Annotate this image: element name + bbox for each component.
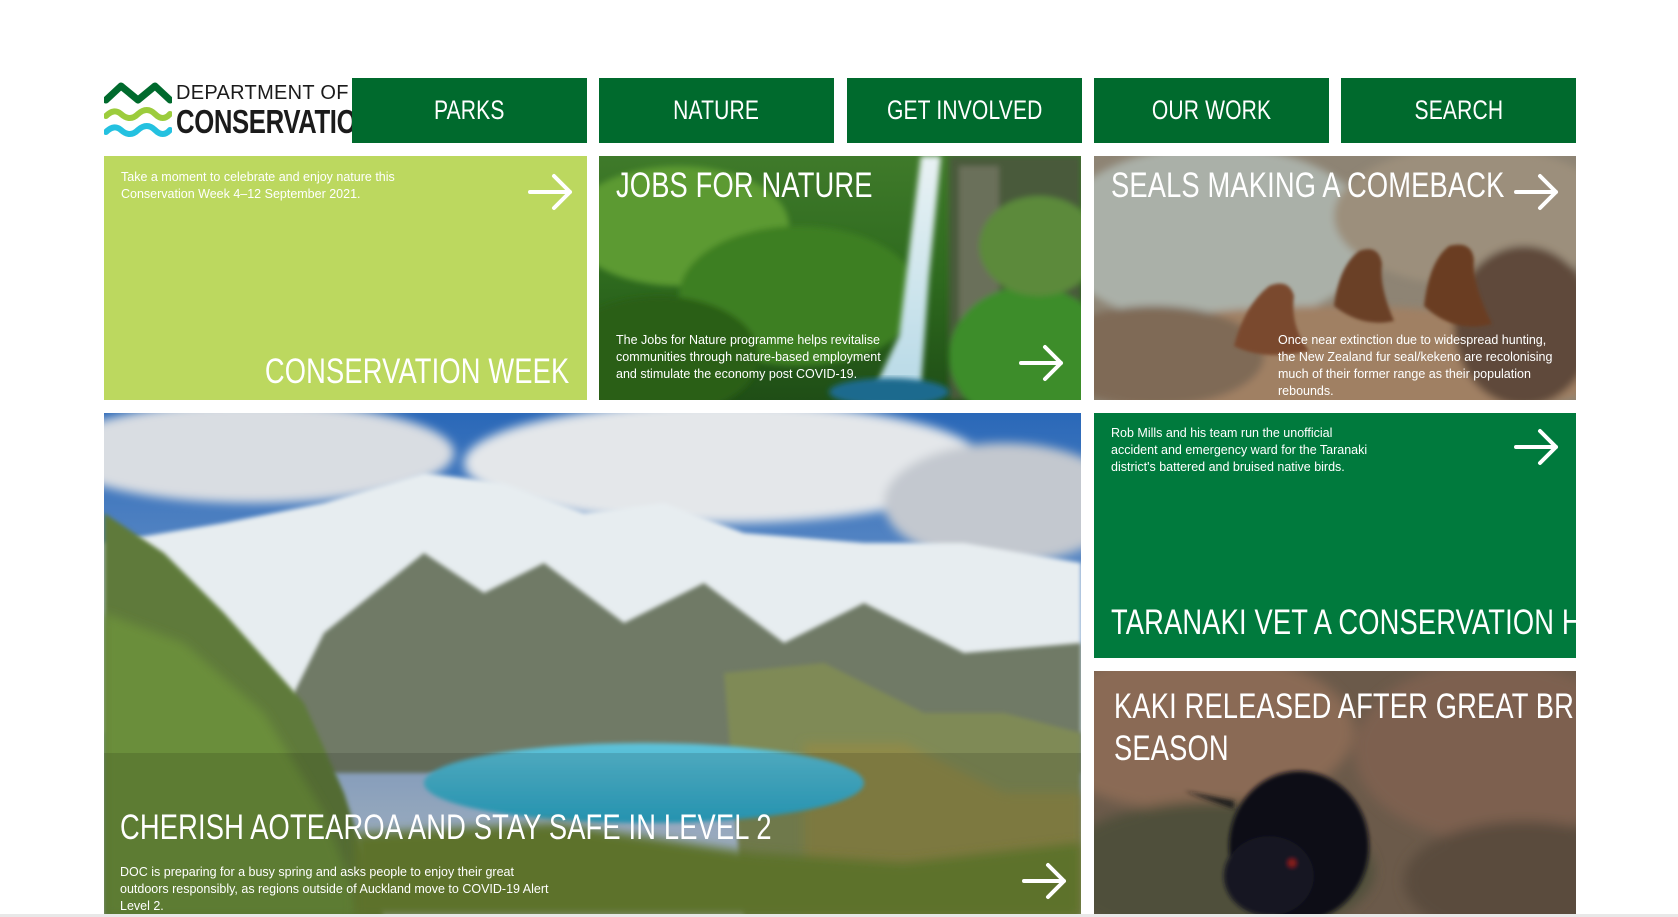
arrow-right-icon (1514, 429, 1558, 465)
nav-label: OUR WORK (1151, 95, 1272, 125)
tile-title: TARANAKI VET A CONSERVATION HERO (1111, 603, 1576, 642)
seals-comeback-tile[interactable]: SEALS MAKING A COMEBACK Once near extinc… (1094, 156, 1576, 400)
nav-label: PARKS (434, 95, 505, 125)
tile-description: Once near extinction due to widespread h… (1278, 333, 1553, 398)
taranaki-vet-tile[interactable]: Rob Mills and his team run the unofficia… (1094, 413, 1576, 658)
tile-description: DOC is preparing for a busy spring and a… (120, 865, 549, 913)
arrow-right-icon (1022, 863, 1066, 899)
nav-parks-button[interactable]: PARKS (352, 78, 587, 143)
nav-label: GET INVOLVED (886, 95, 1043, 125)
tile-title: CONSERVATION WEEK (264, 352, 569, 391)
nav-our-work-button[interactable]: OUR WORK (1094, 78, 1329, 143)
doc-logo[interactable]: DEPARTMENT OF CONSERVATION (104, 80, 375, 144)
conservation-week-tile[interactable]: Take a moment to celebrate and enjoy nat… (104, 156, 587, 400)
logo-text-line2: CONSERVATION (176, 103, 375, 140)
tile-title-line1: KAKI RELEASED AFTER GREAT BREEDING (1114, 687, 1576, 726)
nav-label: NATURE (673, 95, 760, 125)
nav-label: SEARCH (1414, 95, 1503, 125)
jobs-for-nature-tile[interactable]: JOBS FOR NATURE The Jobs for Nature prog… (599, 156, 1081, 400)
doc-wave-logo-icon (104, 82, 172, 137)
arrow-right-icon (1019, 345, 1063, 381)
tile-title: JOBS FOR NATURE (616, 166, 873, 205)
tile-description: The Jobs for Nature programme helps revi… (616, 333, 881, 381)
kaki-released-tile[interactable]: KAKI RELEASED AFTER GREAT BREEDING SEASO… (1094, 671, 1576, 917)
arrow-right-icon (528, 174, 572, 210)
tile-description: Rob Mills and his team run the unofficia… (1111, 426, 1368, 474)
tile-description: Take a moment to celebrate and enjoy nat… (121, 170, 395, 201)
logo-text-line1: DEPARTMENT OF (176, 82, 349, 104)
cherish-aotearoa-tile[interactable]: CHERISH AOTEAROA AND STAY SAFE IN LEVEL … (104, 413, 1081, 917)
nav-get-involved-button[interactable]: GET INVOLVED (847, 78, 1082, 143)
tile-title-line2: SEASON (1114, 729, 1229, 768)
tile-title: CHERISH AOTEAROA AND STAY SAFE IN LEVEL … (120, 808, 772, 847)
nav-search-button[interactable]: SEARCH (1341, 78, 1576, 143)
arrow-right-icon (1514, 174, 1558, 210)
tile-title: SEALS MAKING A COMEBACK (1111, 166, 1505, 205)
nav-nature-button[interactable]: NATURE (599, 78, 834, 143)
